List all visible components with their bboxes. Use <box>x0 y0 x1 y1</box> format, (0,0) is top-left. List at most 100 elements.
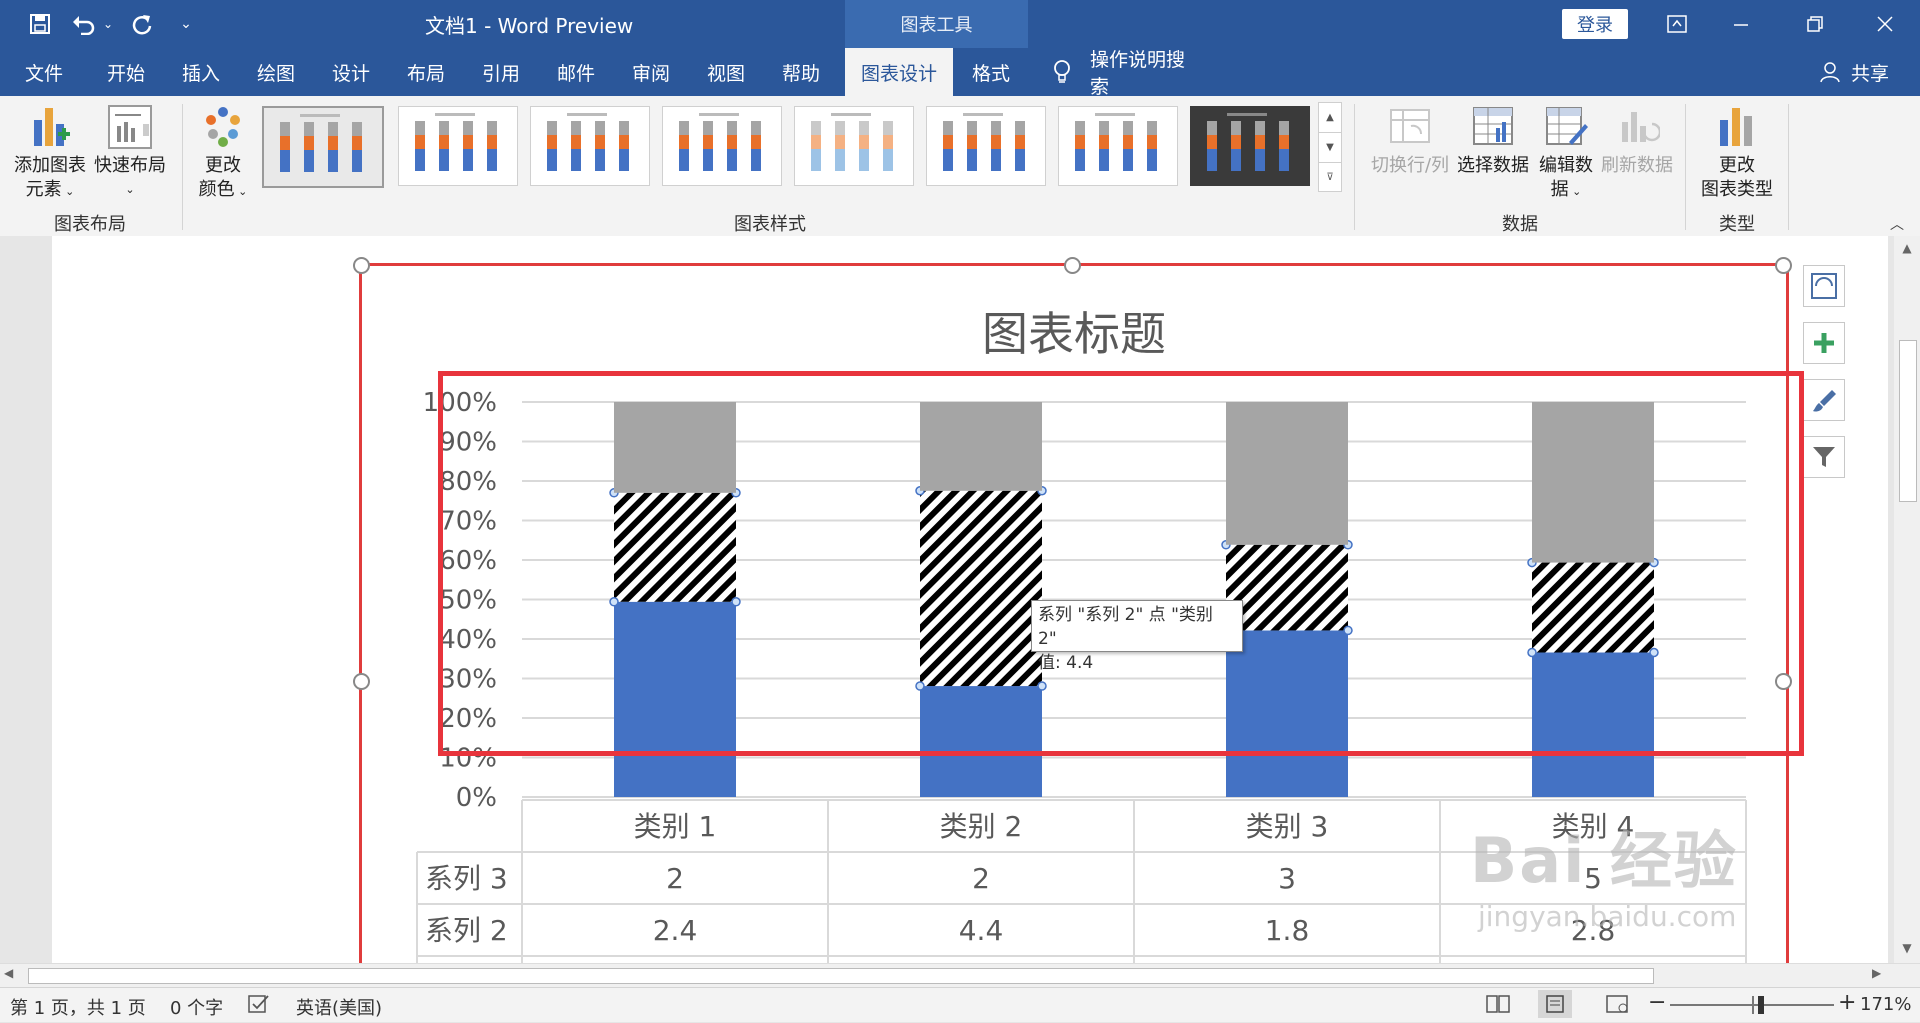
gallery-up-icon[interactable]: ▲ <box>1319 103 1341 133</box>
print-layout-icon[interactable] <box>1538 990 1572 1018</box>
edit-data-button[interactable]: 编辑数 据 ⌄ <box>1534 104 1598 204</box>
minimize-icon[interactable] <box>1724 8 1758 40</box>
add-chart-element-label: 添加图表 <box>14 155 86 176</box>
thumbnail-bar-segment <box>439 135 449 149</box>
tab-review[interactable]: 审阅 <box>621 48 681 96</box>
undo-dropdown-icon[interactable]: ⌄ <box>100 8 116 40</box>
thumbnail-bar-segment <box>1015 135 1025 149</box>
scroll-up-icon[interactable]: ▲ <box>1894 236 1920 260</box>
add-chart-element-button[interactable]: 添加图表 元素 ⌄ <box>10 104 90 204</box>
close-icon[interactable] <box>1868 8 1902 40</box>
tab-layout[interactable]: 布局 <box>396 48 456 96</box>
horizontal-scrollbar[interactable]: ◀ ▶ <box>0 963 1920 988</box>
chart-style-thumbnail-5[interactable] <box>794 106 914 186</box>
thumbnail-bar-segment <box>943 135 953 149</box>
thumbnail-bar-segment <box>1123 149 1133 171</box>
share-button[interactable]: 共享 <box>1848 48 1892 96</box>
chart-style-thumbnail-8[interactable] <box>1190 106 1310 186</box>
quick-layout-button[interactable]: 快速布局 ⌄ <box>92 104 168 202</box>
zoom-slider-thumb[interactable] <box>1758 996 1764 1014</box>
language-indicator[interactable]: 英语(美国) <box>296 994 382 1020</box>
chart-style-thumbnail-4[interactable] <box>662 106 782 186</box>
thumbnail-bar-segment <box>571 121 581 135</box>
tell-me-search[interactable]: 操作说明搜索 <box>1090 48 1200 98</box>
ribbon-display-options-icon[interactable] <box>1660 8 1694 40</box>
restore-icon[interactable] <box>1798 8 1832 40</box>
tab-help[interactable]: 帮助 <box>771 48 831 96</box>
tab-draw[interactable]: 绘图 <box>246 48 306 96</box>
save-icon[interactable] <box>24 8 56 40</box>
zoom-out-icon[interactable]: − <box>1648 990 1666 1015</box>
quick-layout-icon <box>92 104 168 154</box>
resize-handle[interactable] <box>1775 257 1792 274</box>
tab-mailings[interactable]: 邮件 <box>546 48 606 96</box>
gallery-scroll[interactable]: ▲ ▼ ⊽ <box>1318 102 1342 192</box>
zoom-slider-center-tick <box>1752 996 1754 1014</box>
vertical-scroll-thumb[interactable] <box>1899 340 1917 502</box>
switch-row-column-button[interactable]: 切换行/列 <box>1368 104 1452 178</box>
tab-design[interactable]: 设计 <box>321 48 381 96</box>
thumbnail-bar-segment <box>547 149 557 171</box>
thumbnail-bar-segment <box>967 135 977 149</box>
zoom-in-icon[interactable]: + <box>1838 990 1856 1015</box>
tab-home[interactable]: 开始 <box>96 48 156 96</box>
redo-icon[interactable] <box>126 8 158 40</box>
tab-format[interactable]: 格式 <box>961 48 1021 96</box>
undo-icon[interactable] <box>68 8 100 40</box>
customize-icon[interactable]: ⌄ <box>170 8 202 40</box>
proofing-icon[interactable] <box>248 994 270 1019</box>
thumbnail-bar-segment <box>1147 149 1157 171</box>
chart-elements-plus-icon[interactable] <box>1803 322 1845 364</box>
annotation-highlight-box <box>438 371 1804 756</box>
tab-references[interactable]: 引用 <box>471 48 531 96</box>
tab-view[interactable]: 视图 <box>696 48 756 96</box>
status-bar: 第 1 页，共 1 页 0 个字 英语(美国) − + 171% <box>0 987 1920 1022</box>
zoom-level[interactable]: 171% <box>1860 994 1911 1015</box>
table-cell-value: 1.8 <box>1265 914 1310 947</box>
chart-style-thumbnail-2[interactable] <box>398 106 518 186</box>
thumbnail-bar-segment <box>304 136 314 150</box>
login-button[interactable]: 登录 <box>1562 9 1628 39</box>
tab-insert[interactable]: 插入 <box>171 48 231 96</box>
gallery-more-icon[interactable]: ⊽ <box>1319 163 1341 192</box>
scroll-down-icon[interactable]: ▼ <box>1894 936 1920 960</box>
chart-style-thumbnail-7[interactable] <box>1058 106 1178 186</box>
thumbnail-bar-segment <box>835 149 845 171</box>
vertical-scrollbar[interactable]: ▲ ▼ <box>1894 236 1920 963</box>
chart-styles-brush-icon[interactable] <box>1803 379 1845 421</box>
resize-handle[interactable] <box>353 257 370 274</box>
scroll-left-icon[interactable]: ◀ <box>4 966 13 980</box>
category-label: 类别 2 <box>940 810 1023 843</box>
chart-style-thumbnail-1[interactable] <box>262 106 384 188</box>
thumbnail-bar-segment <box>619 149 629 171</box>
scroll-right-icon[interactable]: ▶ <box>1872 966 1881 980</box>
horizontal-scroll-thumb[interactable] <box>28 968 1654 984</box>
thumbnail-bar-segment <box>835 135 845 149</box>
user-icon <box>1818 48 1842 96</box>
resize-handle[interactable] <box>1064 257 1081 274</box>
thumbnail-bar-segment <box>991 135 1001 149</box>
change-colors-button[interactable]: 更改 颜色 ⌄ <box>190 104 256 204</box>
word-count[interactable]: 0 个字 <box>170 994 223 1020</box>
resize-handle[interactable] <box>353 673 370 690</box>
refresh-data-button[interactable]: 刷新数据 <box>1598 104 1676 178</box>
read-mode-icon[interactable] <box>1486 994 1510 1019</box>
select-data-button[interactable]: 选择数据 <box>1454 104 1532 178</box>
collapse-ribbon-icon[interactable]: ︿ <box>1890 214 1904 234</box>
web-layout-icon[interactable] <box>1606 994 1630 1019</box>
thumbnail-bar-segment <box>703 149 713 171</box>
change-chart-type-button[interactable]: 更改 图表类型 <box>1692 104 1782 202</box>
chart-style-thumbnail-3[interactable] <box>530 106 650 186</box>
gallery-down-icon[interactable]: ▼ <box>1319 133 1341 163</box>
thumbnail-title-mark <box>1227 113 1267 116</box>
thumbnail-bar-segment <box>280 150 290 172</box>
thumbnail-bar-segment <box>1279 121 1289 135</box>
tab-chart-design[interactable]: 图表设计 <box>845 48 953 96</box>
tab-file[interactable]: 文件 <box>14 48 74 96</box>
chart-style-thumbnail-6[interactable] <box>926 106 1046 186</box>
thumbnail-bar-segment <box>1099 135 1109 149</box>
layout-options-icon[interactable] <box>1803 265 1845 307</box>
page-count[interactable]: 第 1 页，共 1 页 <box>10 994 146 1020</box>
title-bar: ⌄ ⌄ 文档1 - Word Preview 图表工具 登录 <box>0 0 1920 48</box>
chart-filters-icon[interactable] <box>1803 436 1845 478</box>
